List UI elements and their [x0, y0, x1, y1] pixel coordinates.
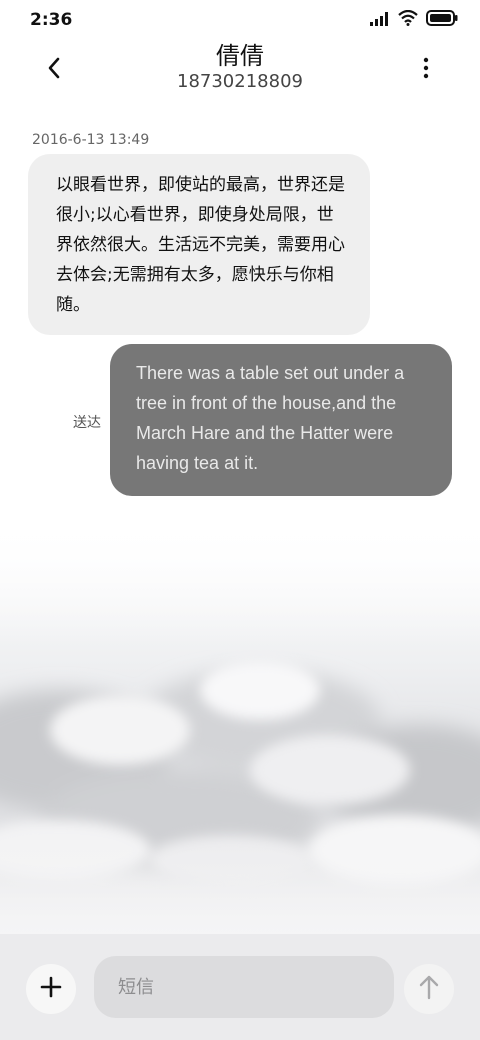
send-button[interactable]	[404, 964, 454, 1014]
message-input[interactable]	[94, 956, 394, 1018]
plus-icon	[40, 976, 62, 1002]
add-attachment-button[interactable]	[26, 964, 76, 1014]
message-composer	[0, 934, 480, 1040]
message-timestamp: 2016-6-13 13:49	[32, 132, 150, 148]
signal-icon	[370, 11, 390, 30]
send-arrow-icon	[418, 974, 440, 1004]
incoming-message-text: 以眼看世界，即使站的最高，世界还是很小;以心看世界，即使身处局限，世界依然很大。…	[56, 175, 345, 315]
status-bar: 2:36	[0, 0, 480, 40]
conversation-header: 倩倩 18730218809	[0, 40, 480, 112]
more-options-button[interactable]	[408, 52, 444, 88]
battery-icon	[426, 10, 458, 30]
incoming-message-bubble[interactable]: 以眼看世界，即使站的最高，世界还是很小;以心看世界，即使身处局限，世界依然很大。…	[28, 154, 370, 335]
more-vertical-icon	[423, 57, 429, 83]
wifi-icon	[398, 9, 418, 30]
outgoing-message-bubble[interactable]: There was a table set out under a tree i…	[110, 344, 452, 496]
cloud-background	[0, 520, 480, 940]
status-icons	[370, 9, 458, 30]
outgoing-message-text: There was a table set out under a tree i…	[136, 363, 405, 473]
sms-conversation-screen: 2:36 倩倩 18730218809 2016-6-13 13:49 以眼看世…	[0, 0, 480, 1040]
delivery-status: 送达	[73, 415, 101, 431]
status-time: 2:36	[30, 10, 73, 30]
